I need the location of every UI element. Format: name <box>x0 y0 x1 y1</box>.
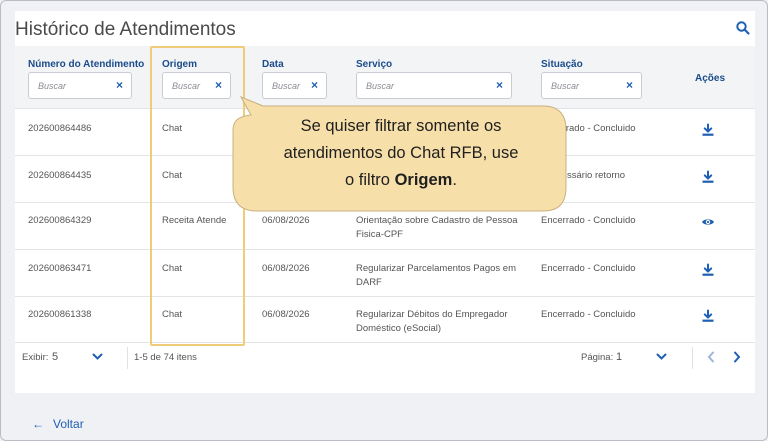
cell-situacao: Encerrado - Concluido <box>541 263 636 274</box>
page-title: Histórico de Atendimentos <box>15 19 236 40</box>
cell-servico: Regularizar Parcelamentos Pagos em DARF <box>356 263 516 288</box>
pagination-bar: Exibir: 5 1-5 de 74 itens Página: 1 <box>15 342 755 372</box>
filter-placeholder: Buscar <box>38 81 67 91</box>
range-text: 1-5 de 74 itens <box>134 352 197 363</box>
download-icon[interactable] <box>701 170 715 184</box>
col-header-numero: Número do Atendimento <box>28 59 145 70</box>
table-row: 202600863471 Chat 06/08/2026 Regularizar… <box>15 249 755 296</box>
cell-origem: Chat <box>162 170 183 181</box>
cell-numero: 202600864329 <box>28 215 92 226</box>
callout-line: atendimentos do Chat RFB, use <box>283 144 519 162</box>
filter-situacao-input[interactable]: Buscar × <box>541 72 642 99</box>
col-header-acoes: Ações <box>695 73 726 84</box>
pagina-label: Página: <box>581 352 614 363</box>
callout-text-prefix: o filtro <box>345 171 395 189</box>
download-icon[interactable] <box>701 263 715 277</box>
cell-numero: 202600864486 <box>28 123 92 134</box>
filter-placeholder: Buscar <box>172 81 201 91</box>
cell-data: 06/08/2026 <box>262 215 310 226</box>
cell-servico: Orientação sobre Cadastro de Pessoa Fisi… <box>356 215 518 240</box>
clear-icon[interactable]: × <box>116 78 123 92</box>
callout-line: o filtro Origem. <box>251 167 551 194</box>
download-icon[interactable] <box>701 309 715 323</box>
cell-situacao: Encerrado - Concluido <box>541 309 636 320</box>
col-header-origem: Origem <box>162 59 198 70</box>
filter-placeholder: Buscar <box>272 81 301 91</box>
cell-numero: 202600863471 <box>28 263 92 274</box>
filter-placeholder: Buscar <box>366 81 395 91</box>
filter-data-input[interactable]: Buscar × <box>262 72 327 99</box>
page-select[interactable]: 1 <box>616 351 622 363</box>
cell-servico: Regularizar Débitos do Empregador Domést… <box>356 309 508 334</box>
clear-icon[interactable]: × <box>215 78 222 92</box>
cell-situacao: Encerrado - Concluido <box>541 215 636 226</box>
cell-numero: 202600861338 <box>28 309 92 320</box>
callout-text-suffix: . <box>452 171 457 189</box>
filter-placeholder: Buscar <box>551 81 580 91</box>
back-label: Voltar <box>53 417 84 431</box>
cell-origem: Chat <box>162 263 183 274</box>
callout-text: Se quiser filtrar somente os atendimento… <box>251 113 551 194</box>
cell-data: 06/08/2026 <box>262 263 310 274</box>
cell-origem: Chat <box>162 123 183 134</box>
filter-numero-input[interactable]: Buscar × <box>28 72 132 99</box>
divider <box>692 347 693 369</box>
chevron-down-icon[interactable] <box>656 353 667 361</box>
arrow-left-icon: ← <box>32 417 44 431</box>
exibir-label: Exibir: <box>22 352 49 363</box>
screenshot-frame: Histórico de Atendimentos Número do Aten… <box>0 0 768 441</box>
clear-icon[interactable]: × <box>626 78 633 92</box>
cell-numero: 202600864435 <box>28 170 92 181</box>
divider <box>127 347 128 369</box>
clear-icon[interactable]: × <box>311 78 318 92</box>
cell-situacao: Encerrado - Concluido <box>541 123 636 134</box>
callout-emphasis: Origem <box>394 171 453 189</box>
table-row: 202600861338 Chat 06/08/2026 Regularizar… <box>15 296 755 342</box>
col-header-servico: Serviço <box>356 59 393 70</box>
chevron-right-icon[interactable] <box>733 351 741 363</box>
cell-origem: Receita Atende <box>162 215 227 226</box>
callout-line: Se quiser filtrar somente os <box>300 117 502 135</box>
search-icon[interactable] <box>735 20 751 36</box>
clear-icon[interactable]: × <box>496 78 503 92</box>
download-icon[interactable] <box>701 123 715 137</box>
filter-origem-input[interactable]: Buscar × <box>162 72 231 99</box>
col-header-data: Data <box>262 59 284 70</box>
cell-origem: Chat <box>162 309 183 320</box>
cell-situacao: ssário retorno <box>567 170 626 181</box>
filter-servico-input[interactable]: Buscar × <box>356 72 512 99</box>
cell-data: 06/08/2026 <box>262 309 310 320</box>
page-size-select[interactable]: 5 <box>52 351 58 363</box>
chevron-left-icon[interactable] <box>707 351 715 363</box>
back-link[interactable]: ← Voltar <box>32 417 84 431</box>
table-row: 202600864329 Receita Atende 06/08/2026 O… <box>15 202 755 249</box>
col-header-situacao: Situação <box>541 59 583 70</box>
eye-icon[interactable] <box>701 215 715 229</box>
chevron-down-icon[interactable] <box>92 353 103 361</box>
